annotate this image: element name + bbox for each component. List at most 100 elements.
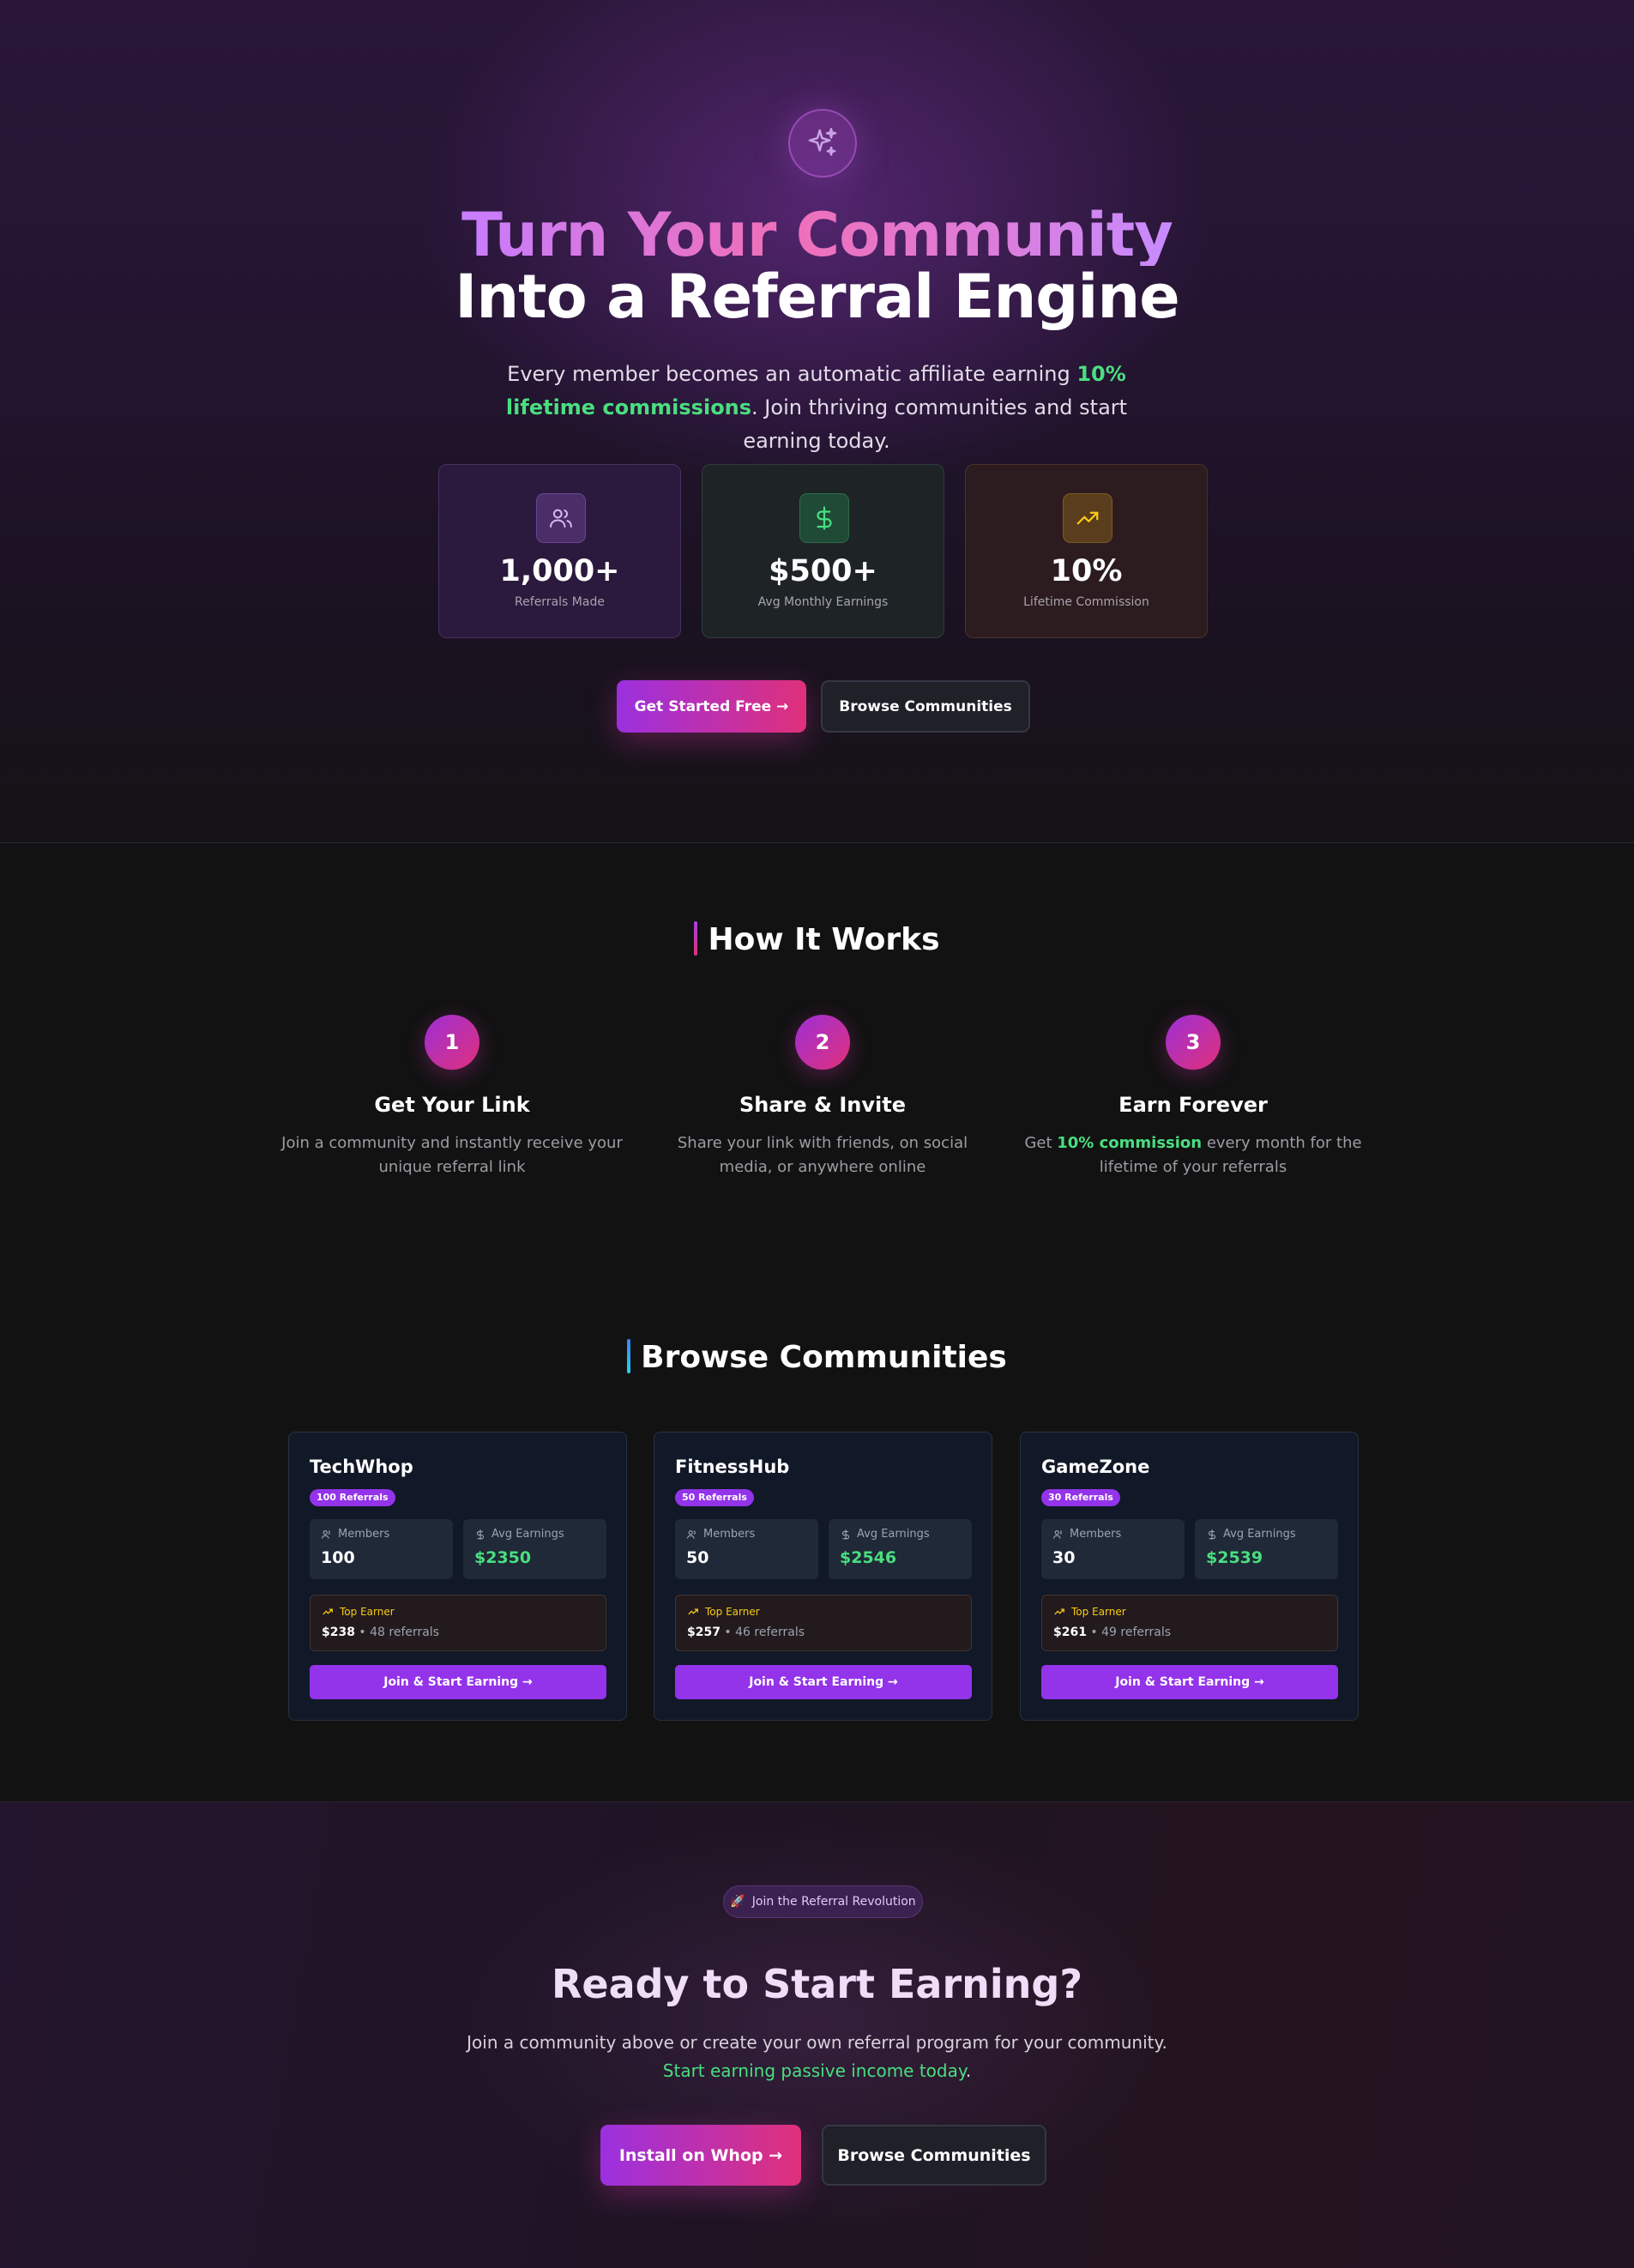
step-description-highlight: 10% commission: [1057, 1134, 1203, 1152]
community-card-techwhop: TechWhop 100 Referrals Members 100 Avg E…: [288, 1432, 627, 1721]
community-name: TechWhop: [310, 1457, 413, 1477]
referrals-badge: 100 Referrals: [310, 1489, 395, 1506]
avg-earnings-value: $2539: [1206, 1548, 1263, 1567]
browse-communities-title: Browse Communities: [0, 1339, 1634, 1376]
avg-earnings-label-row: Avg Earnings: [1206, 1528, 1296, 1541]
hero-title: Turn Your Community Into a Referral Engi…: [0, 204, 1634, 328]
users-icon: [686, 1529, 696, 1539]
stats-row: 1,000+ Referrals Made $500+ Avg Monthly …: [438, 464, 1209, 638]
top-earner-label-row: Top Earner: [322, 1606, 395, 1618]
top-earner-referrals: 49 referrals: [1101, 1626, 1172, 1639]
hero-section: Turn Your Community Into a Referral Engi…: [0, 0, 1634, 843]
community-card-fitnesshub: FitnessHub 50 Referrals Members 50 Avg E…: [654, 1432, 992, 1721]
members-label-row: Members: [321, 1528, 389, 1541]
members-value: 50: [686, 1548, 709, 1567]
cta-subtitle-end: .: [965, 2060, 972, 2081]
step-share-invite: 2 Share & Invite Share your link with fr…: [651, 1015, 994, 1179]
referrals-badge: 30 Referrals: [1041, 1489, 1120, 1506]
trending-up-icon: [323, 1608, 333, 1615]
members-stat: Members 100: [310, 1519, 453, 1579]
top-earner-referrals: 46 referrals: [735, 1626, 805, 1639]
step-description: Get 10% commission every month for the l…: [1022, 1131, 1365, 1179]
top-earner-amount: $261: [1053, 1626, 1087, 1639]
avg-earnings-value: $2350: [474, 1548, 532, 1567]
how-it-works-title-text: How It Works: [708, 922, 940, 957]
trending-up-icon: [688, 1608, 698, 1615]
stat-card-commission: 10% Lifetime Commission: [965, 464, 1208, 638]
hero-subtitle-text-end: . Join thriving communities and start ea…: [743, 395, 1128, 453]
cta-subtitle-highlight: Start earning passive income today: [662, 2060, 966, 2081]
hero-title-line1: Turn Your Community: [461, 200, 1173, 270]
dollar-icon: [1208, 1529, 1216, 1540]
rocket-icon: 🚀: [730, 1895, 745, 1909]
hero-title-line2: Into a Referral Engine: [455, 262, 1179, 332]
top-earner-box: Top Earner $238 • 48 referrals: [310, 1595, 606, 1651]
members-label-row: Members: [686, 1528, 755, 1541]
trending-up-icon: [1063, 493, 1112, 543]
top-earner-box: Top Earner $261 • 49 referrals: [1041, 1595, 1338, 1651]
stat-value: 1,000+: [499, 554, 620, 588]
join-button[interactable]: Join & Start Earning →: [675, 1665, 972, 1699]
top-earner-amount: $238: [322, 1626, 355, 1639]
members-label-row: Members: [1052, 1528, 1121, 1541]
community-card-gamezone: GameZone 30 Referrals Members 30 Avg Ear…: [1020, 1432, 1359, 1721]
avg-earnings-value: $2546: [840, 1548, 897, 1567]
stat-label: Lifetime Commission: [1023, 595, 1149, 609]
title-accent-bar: [627, 1339, 631, 1373]
trending-up-icon: [1054, 1608, 1064, 1615]
get-started-button[interactable]: Get Started Free →: [617, 680, 806, 733]
step-number: 2: [795, 1015, 850, 1070]
top-earner-value: $238 • 48 referrals: [322, 1626, 440, 1639]
dollar-icon: [841, 1529, 850, 1540]
top-earner-label: Top Earner: [340, 1606, 395, 1618]
step-description: Join a community and instantly receive y…: [281, 1134, 623, 1176]
top-earner-label-row: Top Earner: [1053, 1606, 1126, 1618]
cta-title: Ready to Start Earning?: [551, 1961, 1083, 2007]
avg-earnings-label: Avg Earnings: [491, 1528, 564, 1541]
join-button[interactable]: Join & Start Earning →: [310, 1665, 606, 1699]
members-stat: Members 50: [675, 1519, 818, 1579]
step-title: Get Your Link: [374, 1093, 530, 1117]
join-button[interactable]: Join & Start Earning →: [1041, 1665, 1338, 1699]
members-value: 100: [321, 1548, 355, 1567]
stat-label: Avg Monthly Earnings: [757, 595, 889, 609]
members-value: 30: [1052, 1548, 1076, 1567]
step-number: 3: [1166, 1015, 1221, 1070]
cta-subtitle: Join a community above or create your ow…: [0, 2029, 1634, 2085]
users-icon: [321, 1529, 330, 1539]
avg-earnings-stat: Avg Earnings $2539: [1195, 1519, 1338, 1579]
members-label: Members: [703, 1528, 756, 1541]
how-it-works-title: How It Works: [0, 921, 1634, 958]
step-title: Earn Forever: [1118, 1093, 1268, 1117]
avg-earnings-label-row: Avg Earnings: [474, 1528, 564, 1541]
step-description-text: Get: [1024, 1134, 1058, 1152]
cta-browse-communities-button[interactable]: Browse Communities: [822, 2125, 1046, 2186]
cta-section: 🚀 Join the Referral Revolution Ready to …: [0, 1801, 1634, 2268]
stat-value: $500+: [769, 554, 877, 588]
stat-card-earnings: $500+ Avg Monthly Earnings: [702, 464, 944, 638]
hero-subtitle-text: Every member becomes an automatic affili…: [507, 362, 1077, 386]
step-get-link: 1 Get Your Link Join a community and ins…: [280, 1015, 624, 1179]
cta-subtitle-line1: Join a community above or create your ow…: [467, 2032, 1167, 2053]
avg-earnings-stat: Avg Earnings $2546: [829, 1519, 972, 1579]
top-earner-value: $257 • 46 referrals: [687, 1626, 805, 1639]
browse-communities-button[interactable]: Browse Communities: [821, 680, 1030, 733]
avg-earnings-label: Avg Earnings: [1223, 1528, 1296, 1541]
hero-subtitle: Every member becomes an automatic affili…: [473, 358, 1160, 458]
step-earn-forever: 3 Earn Forever Get 10% commission every …: [1022, 1015, 1365, 1179]
top-earner-referrals: 48 referrals: [370, 1626, 440, 1639]
users-icon: [1052, 1529, 1062, 1539]
top-earner-label-row: Top Earner: [687, 1606, 760, 1618]
top-earner-amount: $257: [687, 1626, 721, 1639]
sparkles-icon: [788, 109, 857, 178]
community-name: GameZone: [1041, 1457, 1150, 1477]
avg-earnings-stat: Avg Earnings $2350: [463, 1519, 606, 1579]
dollar-icon: [476, 1529, 485, 1540]
install-on-whop-button[interactable]: Install on Whop →: [600, 2125, 801, 2186]
title-accent-bar: [694, 921, 698, 956]
step-description: Share your link with friends, on social …: [677, 1134, 968, 1176]
dollar-icon: [799, 493, 849, 543]
referral-revolution-pill: 🚀 Join the Referral Revolution: [723, 1885, 923, 1918]
stat-card-referrals: 1,000+ Referrals Made: [438, 464, 681, 638]
top-earner-label: Top Earner: [1071, 1606, 1126, 1618]
